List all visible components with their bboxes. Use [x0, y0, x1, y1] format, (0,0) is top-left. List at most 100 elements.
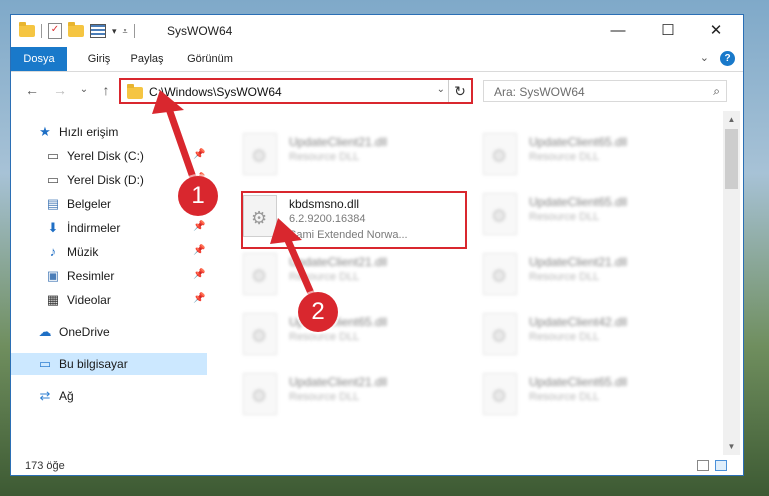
maximize-button[interactable]: ☐: [645, 15, 691, 47]
file-description: Resource DLL: [289, 331, 360, 343]
sidebar-item-label: OneDrive: [59, 325, 110, 339]
computer-icon: ▭: [38, 356, 52, 371]
scroll-up-icon[interactable]: ▲: [723, 111, 740, 128]
documents-icon: ▤: [46, 196, 60, 211]
sidebar-item-quick-access[interactable]: ★ Hızlı erişim: [11, 121, 207, 143]
pictures-icon: ▣: [46, 268, 60, 283]
file-tile[interactable]: UpdateClient21.dll Resource DLL: [241, 369, 467, 425]
forward-icon[interactable]: →: [51, 82, 69, 98]
sidebar-item-label: İndirmeler: [67, 221, 121, 235]
sidebar-item-downloads[interactable]: ⬇ İndirmeler 📌: [11, 217, 207, 239]
dll-file-icon: [243, 253, 277, 295]
sidebar-item-disk-d[interactable]: ▭ Yerel Disk (D:) 📌: [11, 169, 207, 191]
sidebar-item-label: Yerel Disk (D:): [67, 173, 144, 187]
tab-file[interactable]: Dosya: [11, 47, 67, 71]
scroll-down-icon[interactable]: ▼: [723, 438, 740, 455]
step-1-badge: 1: [178, 176, 218, 216]
file-tile[interactable]: UpdateClient65.dll Resource DLL: [481, 369, 707, 425]
file-description: Resource DLL: [529, 331, 600, 343]
toolbar-overflow-icon[interactable]: ⩡: [123, 26, 128, 37]
back-icon[interactable]: ←: [23, 82, 41, 98]
file-name: UpdateClient21.dll: [289, 255, 388, 269]
large-icons-view-icon[interactable]: [715, 460, 727, 471]
window-title: SysWOW64: [167, 24, 233, 38]
file-tile[interactable]: UpdateClient65.dll Resource DLL: [241, 309, 467, 365]
dll-file-icon: [243, 373, 277, 415]
search-input[interactable]: Ara: SysWOW64 ⌕: [483, 80, 727, 102]
sidebar-item-music[interactable]: ♪ Müzik 📌: [11, 241, 207, 263]
folder-icon: [19, 22, 35, 37]
recent-locations-icon[interactable]: ⌄: [75, 84, 93, 95]
file-tile[interactable]: UpdateClient21.dll Resource DLL: [241, 129, 467, 185]
file-tile[interactable]: UpdateClient42.dll Resource DLL: [481, 309, 707, 365]
file-description: Resource DLL: [289, 151, 360, 163]
folder-icon: [127, 84, 143, 99]
file-description: Resource DLL: [529, 391, 600, 403]
vertical-scrollbar[interactable]: ▲ ▼: [723, 111, 740, 455]
address-bar[interactable]: C:\Windows\SysWOW64 ⌄ ↻: [119, 78, 473, 104]
pin-icon: 📌: [193, 269, 206, 280]
sidebar-item-pictures[interactable]: ▣ Resimler 📌: [11, 265, 207, 287]
music-icon: ♪: [49, 244, 57, 259]
customize-toolbar-icon[interactable]: ▾: [112, 26, 117, 37]
file-tile[interactable]: UpdateClient21.dll Resource DLL: [481, 249, 707, 305]
new-folder-icon[interactable]: [68, 22, 84, 37]
tab-share[interactable]: Paylaş: [123, 47, 171, 71]
explorer-window: ✓ ▾ ⩡ SysWOW64 — ☐ ✕ Dosya Giriş Paylaş …: [10, 14, 744, 476]
file-name: UpdateClient65.dll: [529, 195, 628, 209]
navigation-bar: ← → ⌄ ↑ C:\Windows\SysWOW64 ⌄ ↻ Ara: Sys…: [11, 72, 743, 110]
file-name: UpdateClient65.dll: [529, 135, 628, 149]
expand-ribbon-icon[interactable]: ⌄: [700, 51, 709, 64]
file-name: UpdateClient65.dll: [529, 375, 628, 389]
dll-file-icon: [483, 373, 517, 415]
refresh-icon[interactable]: ↻: [448, 80, 471, 102]
title-bar: ✓ ▾ ⩡ SysWOW64 — ☐ ✕: [11, 15, 743, 47]
dll-file-icon: [483, 253, 517, 295]
sidebar-item-label: Müzik: [67, 245, 99, 259]
dll-file-icon: [243, 133, 277, 175]
help-icon[interactable]: ?: [720, 51, 735, 66]
file-description: Resource DLL: [529, 151, 600, 163]
up-icon[interactable]: ↑: [97, 82, 115, 98]
sidebar-item-disk-c[interactable]: ▭ Yerel Disk (C:) 📌: [11, 145, 207, 167]
separator: [133, 24, 135, 38]
sidebar-item-onedrive[interactable]: ☁ OneDrive: [11, 321, 207, 343]
item-count: 173 öğe: [25, 460, 65, 472]
search-icon[interactable]: ⌕: [713, 84, 720, 99]
dll-file-icon: [483, 313, 517, 355]
file-tile[interactable]: UpdateClient65.dll Resource DLL: [481, 189, 707, 245]
step-2-badge: 2: [298, 292, 338, 332]
tab-view[interactable]: Görünüm: [181, 47, 239, 71]
details-view-icon[interactable]: [697, 460, 709, 471]
properties-check-icon[interactable]: ✓: [48, 23, 62, 39]
sidebar-item-videos[interactable]: ▦ Videolar 📌: [11, 289, 207, 311]
sidebar-item-this-pc[interactable]: ▭ Bu bilgisayar: [11, 353, 207, 375]
dll-file-icon: [483, 133, 517, 175]
pin-icon: 📌: [193, 149, 206, 160]
drive-icon: ▭: [46, 172, 60, 187]
downloads-icon: ⬇: [47, 220, 59, 235]
close-button[interactable]: ✕: [693, 15, 739, 47]
search-placeholder: Ara: SysWOW64: [494, 85, 585, 99]
pin-icon: 📌: [193, 245, 206, 256]
sidebar-item-label: Yerel Disk (C:): [67, 149, 144, 163]
videos-icon: ▦: [46, 292, 60, 307]
dll-file-icon: [243, 313, 277, 355]
tab-home[interactable]: Giriş: [79, 47, 119, 71]
dll-file-icon: [483, 193, 517, 235]
drive-icon: ▭: [46, 148, 60, 163]
sidebar-item-network[interactable]: ⇄ Ağ: [11, 385, 207, 407]
status-bar: 173 öğe: [11, 455, 743, 475]
rename-icon[interactable]: [90, 24, 106, 38]
file-tile[interactable]: UpdateClient65.dll Resource DLL: [481, 129, 707, 185]
sidebar-item-label: Videolar: [67, 293, 111, 307]
file-tile[interactable]: UpdateClient21.dll Resource DLL: [241, 249, 467, 305]
file-description: Resource DLL: [529, 271, 600, 283]
minimize-button[interactable]: —: [595, 15, 641, 47]
file-name: UpdateClient21.dll: [289, 375, 388, 389]
address-dropdown-icon[interactable]: ⌄: [437, 84, 445, 95]
navigation-pane: ★ Hızlı erişim ▭ Yerel Disk (C:) 📌 ▭ Yer…: [11, 111, 207, 455]
scroll-thumb[interactable]: [725, 129, 738, 189]
file-description: Resource DLL: [529, 211, 600, 223]
file-name: UpdateClient21.dll: [529, 255, 628, 269]
